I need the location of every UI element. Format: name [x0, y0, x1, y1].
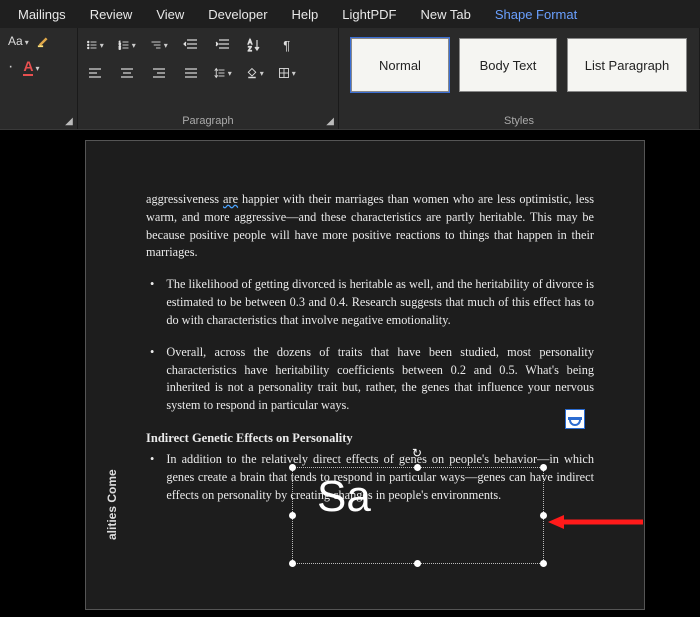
menubar: Mailings Review View Developer Help Ligh…	[0, 0, 700, 28]
menu-lightpdf[interactable]: LightPDF	[330, 3, 408, 26]
resize-handle-bl[interactable]	[289, 560, 296, 567]
align-center-button[interactable]	[118, 64, 136, 82]
font-color-button[interactable]: A▾	[23, 58, 39, 76]
highlight-color-button[interactable]	[37, 34, 51, 48]
decrease-indent-button[interactable]	[182, 36, 200, 54]
ribbon-group-paragraph: ▾ 123▾ ▾ AZ ¶ ▾ ▾ ▾ Paragraph ◢	[78, 28, 339, 129]
resize-handle-tl[interactable]	[289, 464, 296, 471]
bullet-dot-icon[interactable]: ·	[8, 58, 13, 76]
svg-text:A: A	[248, 40, 252, 46]
para-intro[interactable]: aggressiveness are happier with their ma…	[146, 191, 594, 262]
show-marks-button[interactable]: ¶	[278, 36, 296, 54]
justify-button[interactable]	[182, 64, 200, 82]
ribbon-group-styles: Normal Body Text List Paragraph Styles	[339, 28, 700, 129]
selected-textbox[interactable]: ↻ Sa	[292, 467, 544, 564]
sort-button[interactable]: AZ	[246, 36, 264, 54]
font-dialog-launcher[interactable]: ◢	[65, 116, 73, 127]
menu-developer[interactable]: Developer	[196, 3, 279, 26]
document-body[interactable]: aggressiveness are happier with their ma…	[146, 191, 594, 505]
bullet-item-2[interactable]: Overall, across the dozens of traits tha…	[146, 344, 594, 415]
resize-handle-tr[interactable]	[540, 464, 547, 471]
borders-button[interactable]: ▾	[278, 64, 296, 82]
resize-handle-ml[interactable]	[289, 512, 296, 519]
align-right-button[interactable]	[150, 64, 168, 82]
style-normal[interactable]: Normal	[351, 38, 449, 92]
menu-mailings[interactable]: Mailings	[6, 3, 78, 26]
menu-help[interactable]: Help	[280, 3, 331, 26]
resize-handle-tm[interactable]	[414, 464, 421, 471]
bullets-button[interactable]: ▾	[86, 36, 104, 54]
change-case-button[interactable]: Aa▾	[8, 34, 29, 48]
ribbon-group-font: Aa▾ · A▾ ◢	[0, 28, 78, 129]
paragraph-dialog-launcher[interactable]: ◢	[326, 116, 334, 127]
svg-text:3: 3	[119, 46, 121, 50]
style-gallery: Normal Body Text List Paragraph	[351, 38, 687, 92]
multilevel-list-button[interactable]: ▾	[150, 36, 168, 54]
style-body-text[interactable]: Body Text	[459, 38, 557, 92]
resize-handle-br[interactable]	[540, 560, 547, 567]
menu-new-tab[interactable]: New Tab	[408, 3, 482, 26]
spellcheck-squiggle[interactable]: are	[223, 192, 238, 206]
shading-button[interactable]: ▾	[246, 64, 264, 82]
margin-vertical-text: alities Come	[105, 469, 119, 540]
paste-options-button[interactable]	[565, 409, 585, 429]
align-left-button[interactable]	[86, 64, 104, 82]
rotate-handle-icon[interactable]: ↻	[412, 446, 424, 458]
paragraph-group-label: Paragraph	[78, 115, 338, 127]
menu-view[interactable]: View	[144, 3, 196, 26]
numbering-button[interactable]: 123▾	[118, 36, 136, 54]
textbox-text[interactable]: Sa	[317, 472, 371, 522]
bullet-item-1[interactable]: The likelihood of getting divorced is he…	[146, 276, 594, 329]
svg-text:Z: Z	[248, 47, 252, 53]
line-spacing-button[interactable]: ▾	[214, 64, 232, 82]
ribbon: Aa▾ · A▾ ◢ ▾ 123▾ ▾ AZ ¶ ▾ ▾ ▾	[0, 28, 700, 130]
style-list-paragraph[interactable]: List Paragraph	[567, 38, 687, 92]
resize-handle-mr[interactable]	[540, 512, 547, 519]
resize-handle-bm[interactable]	[414, 560, 421, 567]
menu-review[interactable]: Review	[78, 3, 145, 26]
section-heading[interactable]: Indirect Genetic Effects on Personality	[146, 429, 594, 447]
menu-shape-format[interactable]: Shape Format	[483, 3, 589, 26]
styles-group-label: Styles	[339, 115, 699, 127]
increase-indent-button[interactable]	[214, 36, 232, 54]
